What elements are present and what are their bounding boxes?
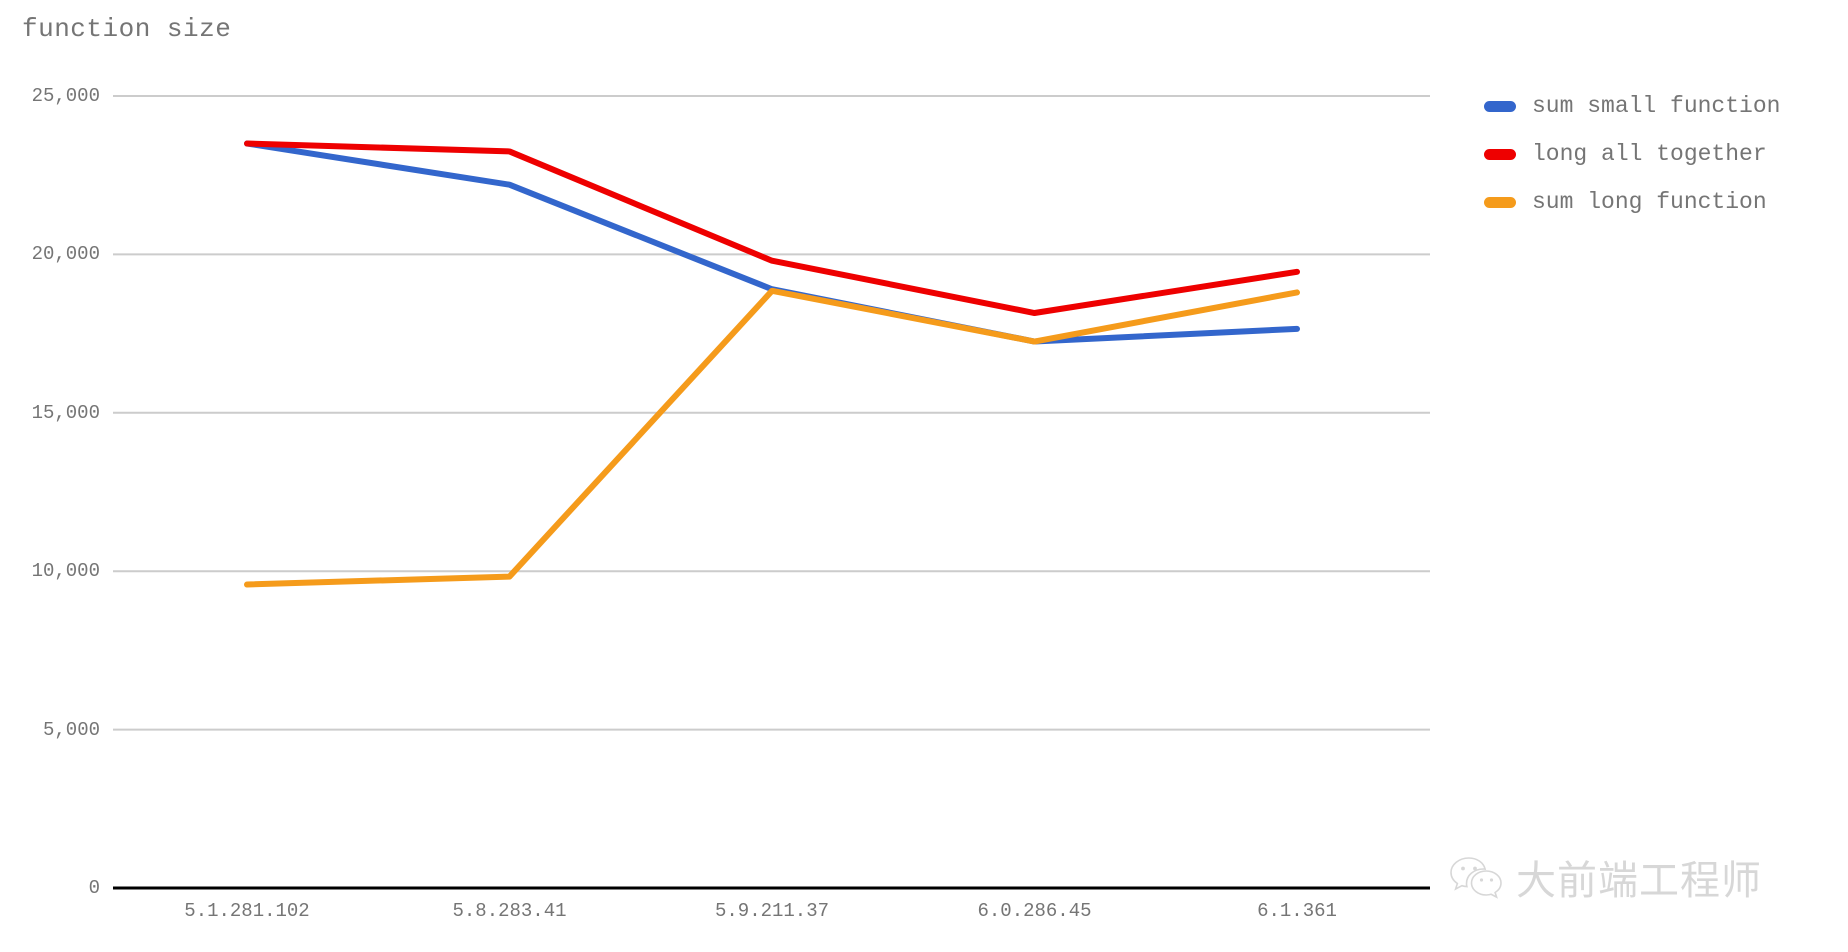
- legend-swatch-icon: [1484, 100, 1516, 112]
- legend-swatch-icon: [1484, 148, 1516, 160]
- legend-item[interactable]: sum small function: [1484, 82, 1844, 130]
- x-axis-tick-label: 5.9.211.37: [714, 900, 830, 922]
- legend-label: long all together: [1532, 141, 1767, 167]
- legend-label: sum long function: [1532, 189, 1767, 215]
- chart-legend: sum small function long all together sum l…: [1484, 82, 1844, 226]
- x-axis-tick-label: 6.1.361: [1257, 900, 1337, 922]
- legend-item[interactable]: long all together: [1484, 130, 1844, 178]
- watermark: 大前端工程师: [1448, 848, 1762, 906]
- x-axis-tick-label: 5.8.283.41: [452, 900, 567, 922]
- watermark-text: 大前端工程师: [1516, 858, 1762, 904]
- legend-swatch-icon: [1484, 196, 1516, 208]
- x-axis-tick-label: 6.0.286.45: [977, 900, 1092, 922]
- legend-label: sum small function: [1532, 93, 1781, 119]
- line-chart: function size 0 5,000 10,000 15,000 20,000 25…: [0, 0, 1848, 952]
- wechat-icon: [1450, 857, 1502, 899]
- legend-item[interactable]: sum long function: [1484, 178, 1844, 226]
- x-axis-tick-label: 5.1.281.102: [184, 900, 310, 922]
- x-axis-labels: 5.1.281.102 5.8.283.41 5.9.211.37 6.0.286.4…: [0, 0, 1460, 952]
